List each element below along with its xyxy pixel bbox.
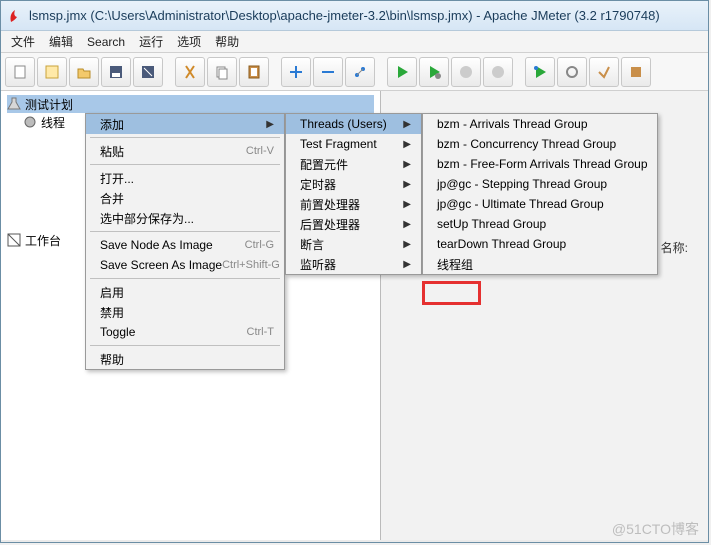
chevron-right-icon: ▶ xyxy=(403,119,411,130)
tb-remote-start[interactable] xyxy=(525,57,555,87)
name-label: 名称: xyxy=(661,239,688,256)
sub-timer[interactable]: 定时器▶ xyxy=(286,174,421,194)
sub-fragment[interactable]: Test Fragment▶ xyxy=(286,134,421,154)
menubar: 文件 编辑 Search 运行 选项 帮助 xyxy=(1,31,708,53)
window-title: lsmsp.jmx (C:\Users\Administrator\Deskto… xyxy=(29,8,660,23)
ctx-toggle[interactable]: ToggleCtrl-T xyxy=(86,322,284,342)
menu-run[interactable]: 运行 xyxy=(139,33,163,50)
submenu-threads: bzm - Arrivals Thread Group bzm - Concur… xyxy=(422,113,658,275)
tg-teardown[interactable]: tearDown Thread Group xyxy=(423,234,657,254)
tg-threadgroup[interactable]: 线程组 xyxy=(423,254,657,274)
gear-icon xyxy=(23,115,37,129)
menu-help[interactable]: 帮助 xyxy=(215,33,239,50)
tb-cut[interactable] xyxy=(175,57,205,87)
ctx-paste[interactable]: 粘贴Ctrl-V xyxy=(86,141,284,161)
tb-clear-all[interactable] xyxy=(621,57,651,87)
sub-assertion[interactable]: 断言▶ xyxy=(286,234,421,254)
ctx-open[interactable]: 打开... xyxy=(86,168,284,188)
menu-options[interactable]: 选项 xyxy=(177,33,201,50)
ctx-add[interactable]: 添加▶ xyxy=(86,114,284,134)
ctx-help[interactable]: 帮助 xyxy=(86,349,284,369)
chevron-right-icon: ▶ xyxy=(403,259,411,270)
tg-bzm-concurrency[interactable]: bzm - Concurrency Thread Group xyxy=(423,134,657,154)
tb-shutdown[interactable] xyxy=(483,57,513,87)
tb-save[interactable] xyxy=(101,57,131,87)
tg-setup[interactable]: setUp Thread Group xyxy=(423,214,657,234)
tb-save-all[interactable] xyxy=(133,57,163,87)
tb-templates[interactable] xyxy=(37,57,67,87)
tb-new[interactable] xyxy=(5,57,35,87)
tree-root-label: 测试计划 xyxy=(25,96,73,113)
tb-clear[interactable] xyxy=(589,57,619,87)
tg-bzm-freeform[interactable]: bzm - Free-Form Arrivals Thread Group xyxy=(423,154,657,174)
ctx-save-screen-image[interactable]: Save Screen As ImageCtrl+Shift-G xyxy=(86,255,284,275)
sub-config[interactable]: 配置元件▶ xyxy=(286,154,421,174)
tb-paste[interactable] xyxy=(239,57,269,87)
ctx-save-selection[interactable]: 选中部分保存为... xyxy=(86,208,284,228)
chevron-right-icon: ▶ xyxy=(403,179,411,190)
tg-bzm-arrivals[interactable]: bzm - Arrivals Thread Group xyxy=(423,114,657,134)
tb-expand[interactable] xyxy=(281,57,311,87)
tb-collapse[interactable] xyxy=(313,57,343,87)
sub-postprocessor[interactable]: 后置处理器▶ xyxy=(286,214,421,234)
tb-start-no-timers[interactable] xyxy=(419,57,449,87)
tb-start[interactable] xyxy=(387,57,417,87)
sub-listener[interactable]: 监听器▶ xyxy=(286,254,421,274)
chevron-right-icon: ▶ xyxy=(403,159,411,170)
watermark: @51CTO博客 xyxy=(612,519,699,539)
tb-copy[interactable] xyxy=(207,57,237,87)
tg-jpgc-stepping[interactable]: jp@gc - Stepping Thread Group xyxy=(423,174,657,194)
chevron-right-icon: ▶ xyxy=(403,199,411,210)
chevron-right-icon: ▶ xyxy=(403,139,411,150)
tb-stop[interactable] xyxy=(451,57,481,87)
tg-jpgc-ultimate[interactable]: jp@gc - Ultimate Thread Group xyxy=(423,194,657,214)
chevron-right-icon: ▶ xyxy=(266,119,274,130)
tree-workbench-label: 工作台 xyxy=(25,232,61,249)
menu-file[interactable]: 文件 xyxy=(11,33,35,50)
tb-remote-stop[interactable] xyxy=(557,57,587,87)
ctx-enable[interactable]: 启用 xyxy=(86,282,284,302)
context-menu: 添加▶ 粘贴Ctrl-V 打开... 合并 选中部分保存为... Save No… xyxy=(85,113,285,370)
ctx-disable[interactable]: 禁用 xyxy=(86,302,284,322)
flask-icon xyxy=(7,97,21,111)
sub-threads[interactable]: Threads (Users)▶ xyxy=(286,114,421,134)
app-icon xyxy=(7,8,23,24)
titlebar: lsmsp.jmx (C:\Users\Administrator\Deskto… xyxy=(1,1,708,31)
tb-toggle[interactable] xyxy=(345,57,375,87)
tree-child-label: 线程 xyxy=(41,114,65,131)
submenu-add: Threads (Users)▶ Test Fragment▶ 配置元件▶ 定时… xyxy=(285,113,422,275)
workbench-icon xyxy=(7,233,21,247)
tb-open[interactable] xyxy=(69,57,99,87)
ctx-save-node-image[interactable]: Save Node As ImageCtrl-G xyxy=(86,235,284,255)
chevron-right-icon: ▶ xyxy=(403,219,411,230)
tree-root-testplan[interactable]: 测试计划 xyxy=(7,95,374,113)
menu-edit[interactable]: 编辑 xyxy=(49,33,73,50)
menu-search[interactable]: Search xyxy=(87,35,125,49)
toolbar xyxy=(1,53,708,91)
chevron-right-icon: ▶ xyxy=(403,239,411,250)
ctx-merge[interactable]: 合并 xyxy=(86,188,284,208)
sub-preprocessor[interactable]: 前置处理器▶ xyxy=(286,194,421,214)
